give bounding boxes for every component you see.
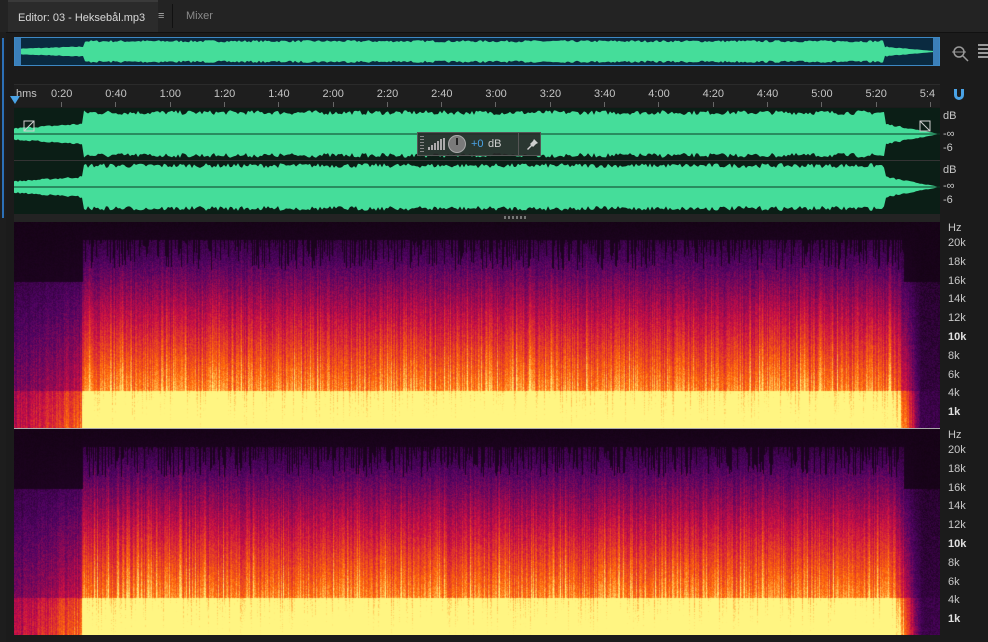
ruler-tick-label: 3:20 <box>539 88 562 100</box>
gain-knob[interactable] <box>448 135 466 153</box>
zoom-icon[interactable] <box>950 43 970 63</box>
frequency-label: 12k <box>948 519 966 532</box>
frequency-label: 18k <box>948 255 966 268</box>
frequency-label: 1k <box>948 613 961 625</box>
spectrogram-left-channel <box>14 222 940 428</box>
ruler-tick-mark <box>332 102 334 107</box>
waveform-view[interactable] <box>14 108 940 214</box>
ruler-tick-mark <box>766 102 768 107</box>
frequency-label: 16k <box>948 274 966 287</box>
ruler-tick-mark <box>61 102 62 107</box>
frequency-label: 6k <box>948 575 960 588</box>
overview-handle-right[interactable] <box>933 38 939 65</box>
ruler-tick-mark <box>278 102 280 107</box>
frequency-label: 4k <box>948 387 960 400</box>
ruler-tick-mark <box>169 102 171 107</box>
hz-label: Hz <box>948 429 962 441</box>
snap-magnet-icon[interactable] <box>952 87 966 101</box>
ruler-tick-label: 0:20 <box>51 88 73 100</box>
ruler-tick-label: 4:40 <box>756 88 779 100</box>
ruler-tick-label: 4:00 <box>648 88 670 100</box>
view-splitter[interactable] <box>14 214 940 222</box>
ruler-tick-label: 2:20 <box>376 88 399 100</box>
minus6-top: -6 <box>943 142 953 154</box>
ruler-tick-mark <box>658 102 660 107</box>
panel-accent <box>2 38 4 218</box>
gain-unit: dB <box>488 138 502 150</box>
ruler-tick-label: 3:40 <box>594 88 616 100</box>
frequency-label: 14k <box>948 293 966 306</box>
spectrogram-right-channel <box>14 429 940 635</box>
ruler-tick-mark <box>929 102 931 107</box>
tab-editor-label: Editor: 03 - Heksebål.mp3 <box>18 12 146 24</box>
playhead-marker[interactable] <box>10 96 20 104</box>
panel-menu-icon[interactable] <box>978 44 988 58</box>
waveform-svg <box>14 110 940 211</box>
spectral-view-top[interactable] <box>14 222 940 428</box>
ruler-tick-label: 1:20 <box>213 88 236 100</box>
frequency-label: 10k <box>948 538 967 550</box>
minus6-bottom: -6 <box>943 194 953 206</box>
ruler-tick-mark <box>223 102 225 107</box>
ruler-tick-mark <box>875 102 877 107</box>
ruler-tick-mark <box>441 102 443 107</box>
channel-separator <box>14 160 940 161</box>
ruler-tick-label: 0:40 <box>105 88 127 100</box>
frequency-label: 16k <box>948 481 966 494</box>
ruler-tick-label: 5:4 <box>919 88 936 100</box>
ruler-tick-label: 1:00 <box>159 88 182 100</box>
hz-label: Hz <box>948 222 962 234</box>
splitter-grip[interactable] <box>504 216 528 219</box>
frequency-label: 6k <box>948 368 960 381</box>
hud-grip[interactable] <box>420 136 424 152</box>
tab-menu-icon[interactable]: ≡ <box>158 10 164 22</box>
overview-navigator[interactable] <box>14 37 940 66</box>
db-label-top: dB <box>943 110 957 122</box>
ruler-tick-label: 5:00 <box>811 88 833 100</box>
db-label-bottom: dB <box>943 164 957 176</box>
ruler-tick-mark <box>604 102 605 107</box>
spectral-view-bottom[interactable] <box>14 429 940 635</box>
tab-bar: Editor: 03 - Heksebål.mp3 ≡ Mixer <box>0 0 988 33</box>
ruler-tick-label: 2:00 <box>322 88 344 100</box>
ruler-tick-mark <box>386 102 388 107</box>
tab-editor[interactable]: Editor: 03 - Heksebål.mp3 <box>8 0 158 32</box>
frequency-label: 8k <box>948 349 960 362</box>
ruler-tick-label: 4:20 <box>702 88 725 100</box>
pin-icon[interactable] <box>527 138 539 152</box>
left-panel-edge <box>0 32 6 642</box>
ruler-tick-label: 5:20 <box>865 88 887 100</box>
frequency-label: 20k <box>948 444 966 456</box>
ruler-tick-mark <box>821 102 823 107</box>
ruler-tick-mark <box>115 102 117 107</box>
frequency-label: 14k <box>948 500 966 513</box>
neg-inf-top: -∞ <box>943 128 955 140</box>
frequency-label: 18k <box>948 462 966 475</box>
level-meter-icon <box>428 138 445 150</box>
hud-gain-control[interactable]: +0 dB <box>417 132 541 156</box>
frequency-label: 8k <box>948 556 960 569</box>
ruler-tick-label: 3:00 <box>485 88 507 100</box>
gain-value[interactable]: +0 <box>471 138 484 150</box>
tab-mixer-label: Mixer <box>186 10 213 22</box>
ruler-tick-mark <box>549 102 551 107</box>
frequency-label: 4k <box>948 594 960 607</box>
hud-divider <box>518 133 519 155</box>
ruler-tick-mark <box>712 102 714 107</box>
tab-divider <box>172 4 173 28</box>
frequency-label: 12k <box>948 312 966 325</box>
tab-mixer[interactable]: Mixer <box>176 0 223 32</box>
ruler-tick-label: 2:40 <box>431 88 453 100</box>
ruler-tick-mark <box>495 102 497 107</box>
frequency-label: 20k <box>948 237 966 249</box>
frequency-label: 10k <box>948 331 967 343</box>
time-ruler[interactable]: hms 0:20 0:40 1:00 1:20 1:40 2:00 2:20 2:40 3:00… <box>14 84 940 107</box>
ruler-tick-label: 1:40 <box>268 88 290 100</box>
neg-inf-bottom: -∞ <box>943 180 955 192</box>
frequency-label: 1k <box>948 406 961 418</box>
overview-handle-left[interactable] <box>15 38 21 65</box>
overview-waveform <box>15 40 939 63</box>
